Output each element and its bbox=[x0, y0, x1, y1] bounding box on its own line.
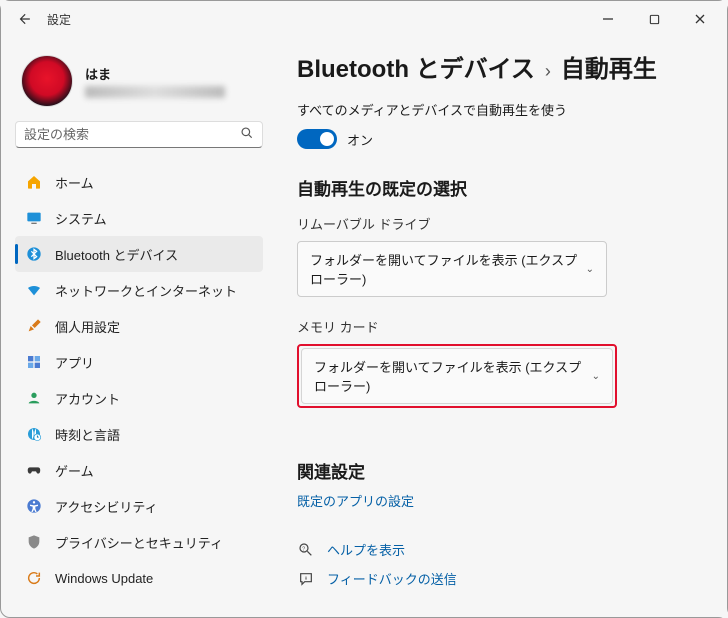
title-bar: 設定 bbox=[1, 1, 727, 37]
close-icon bbox=[694, 13, 706, 25]
svg-text:?: ? bbox=[302, 546, 305, 552]
memory-card-label: メモリ カード bbox=[297, 317, 703, 336]
autoplay-toggle[interactable] bbox=[297, 129, 337, 149]
window-title: 設定 bbox=[47, 11, 71, 28]
person-icon bbox=[25, 389, 43, 407]
sidebar-item-network[interactable]: ネットワークとインターネット bbox=[15, 272, 263, 308]
search-input[interactable] bbox=[24, 127, 240, 142]
sidebar-item-label: Windows Update bbox=[55, 571, 153, 586]
help-link[interactable]: ヘルプを表示 bbox=[327, 540, 405, 559]
sidebar-item-time[interactable]: 時刻と言語 bbox=[15, 416, 263, 452]
system-icon bbox=[25, 209, 43, 227]
sidebar: はま ホーム システム Bluetooth とデバイス bbox=[1, 37, 273, 617]
sidebar-item-home[interactable]: ホーム bbox=[15, 164, 263, 200]
sidebar-item-label: ホーム bbox=[55, 173, 94, 192]
close-button[interactable] bbox=[677, 3, 723, 35]
maximize-button[interactable] bbox=[631, 3, 677, 35]
main-content: Bluetooth とデバイス › 自動再生 すべてのメディアとデバイスで自動再… bbox=[273, 37, 727, 617]
apps-icon bbox=[25, 353, 43, 371]
sidebar-item-label: ネットワークとインターネット bbox=[55, 281, 237, 300]
home-icon bbox=[25, 173, 43, 191]
wifi-icon bbox=[25, 281, 43, 299]
arrow-left-icon bbox=[17, 12, 31, 26]
search-icon bbox=[240, 126, 254, 143]
autoplay-toggle-state: オン bbox=[347, 130, 373, 149]
sidebar-item-label: アカウント bbox=[55, 389, 120, 408]
memory-card-select[interactable]: フォルダーを開いてファイルを表示 (エクスプローラー) ⌄ bbox=[301, 348, 613, 404]
related-section-title: 関連設定 bbox=[297, 458, 703, 483]
sidebar-item-system[interactable]: システム bbox=[15, 200, 263, 236]
defaults-section-title: 自動再生の既定の選択 bbox=[297, 175, 703, 200]
autoplay-toggle-label: すべてのメディアとデバイスで自動再生を使う bbox=[297, 100, 703, 119]
back-button[interactable] bbox=[9, 4, 39, 34]
sidebar-item-label: アプリ bbox=[55, 353, 94, 372]
bluetooth-icon bbox=[25, 245, 43, 263]
chevron-down-icon: ⌄ bbox=[586, 264, 594, 275]
search-box[interactable] bbox=[15, 121, 263, 148]
sidebar-item-gaming[interactable]: ゲーム bbox=[15, 452, 263, 488]
brush-icon bbox=[25, 317, 43, 335]
gamepad-icon bbox=[25, 461, 43, 479]
sidebar-item-label: Bluetooth とデバイス bbox=[55, 245, 178, 264]
globe-clock-icon bbox=[25, 425, 43, 443]
update-icon bbox=[25, 569, 43, 587]
removable-drive-value: フォルダーを開いてファイルを表示 (エクスプローラー) bbox=[310, 250, 586, 288]
maximize-icon bbox=[649, 14, 660, 25]
avatar bbox=[21, 55, 73, 107]
breadcrumb-parent[interactable]: Bluetooth とデバイス bbox=[297, 49, 535, 84]
page-title: 自動再生 bbox=[561, 49, 657, 84]
feedback-link[interactable]: フィードバックの送信 bbox=[327, 569, 457, 588]
profile-name: はま bbox=[85, 64, 225, 83]
removable-drive-select[interactable]: フォルダーを開いてファイルを表示 (エクスプローラー) ⌄ bbox=[297, 241, 607, 297]
shield-icon bbox=[25, 533, 43, 551]
profile-block[interactable]: はま bbox=[15, 45, 263, 121]
removable-drive-label: リムーバブル ドライブ bbox=[297, 214, 703, 233]
breadcrumb: Bluetooth とデバイス › 自動再生 bbox=[297, 49, 703, 84]
sidebar-item-accessibility[interactable]: アクセシビリティ bbox=[15, 488, 263, 524]
sidebar-item-windows-update[interactable]: Windows Update bbox=[15, 560, 263, 596]
sidebar-item-accounts[interactable]: アカウント bbox=[15, 380, 263, 416]
chevron-right-icon: › bbox=[545, 61, 551, 82]
sidebar-item-label: 時刻と言語 bbox=[55, 425, 120, 444]
feedback-icon bbox=[297, 570, 315, 588]
minimize-button[interactable] bbox=[585, 3, 631, 35]
sidebar-item-label: システム bbox=[55, 209, 107, 228]
sidebar-item-bluetooth[interactable]: Bluetooth とデバイス bbox=[15, 236, 263, 272]
default-apps-link[interactable]: 既定のアプリの設定 bbox=[297, 491, 703, 510]
accessibility-icon bbox=[25, 497, 43, 515]
profile-email-redacted bbox=[85, 86, 225, 98]
chevron-down-icon: ⌄ bbox=[592, 371, 600, 382]
highlight-box: フォルダーを開いてファイルを表示 (エクスプローラー) ⌄ bbox=[297, 344, 617, 408]
sidebar-item-label: 個人用設定 bbox=[55, 317, 120, 336]
sidebar-item-personalization[interactable]: 個人用設定 bbox=[15, 308, 263, 344]
sidebar-item-privacy[interactable]: プライバシーとセキュリティ bbox=[15, 524, 263, 560]
sidebar-item-label: プライバシーとセキュリティ bbox=[55, 533, 223, 552]
sidebar-item-label: ゲーム bbox=[55, 461, 94, 480]
memory-card-value: フォルダーを開いてファイルを表示 (エクスプローラー) bbox=[314, 357, 592, 395]
sidebar-item-apps[interactable]: アプリ bbox=[15, 344, 263, 380]
sidebar-item-label: アクセシビリティ bbox=[55, 497, 158, 516]
minimize-icon bbox=[602, 13, 614, 25]
help-icon: ? bbox=[297, 541, 315, 559]
